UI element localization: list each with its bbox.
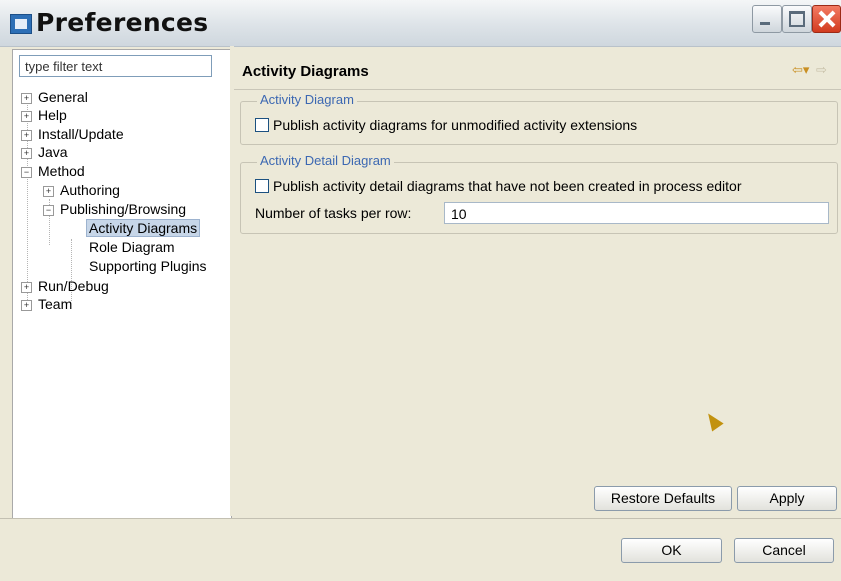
expand-icon[interactable]: + [21, 130, 32, 141]
collapse-icon[interactable]: − [21, 167, 32, 178]
app-icon [10, 14, 32, 34]
title-bar[interactable]: Preferences [0, 0, 841, 47]
expand-icon[interactable]: + [21, 93, 32, 104]
tree-item-activity-diagrams[interactable]: Activity Diagrams [86, 219, 201, 237]
filter-input[interactable]: type filter text [19, 55, 212, 77]
publish-activity-diagrams-option[interactable]: Publish activity diagrams for unmodified… [255, 116, 637, 134]
checkbox-label: Publish activity detail diagrams that ha… [273, 178, 742, 194]
forward-arrow-icon[interactable]: ⇨ [816, 63, 836, 79]
back-arrow-icon[interactable]: ⇦▾ [792, 63, 812, 79]
preference-page: Activity Diagrams ⇦▾ ⇨ Activity Diagram … [234, 49, 841, 517]
tree-item-run-debug[interactable]: + Run/Debug [21, 277, 109, 295]
tree-item-authoring[interactable]: + Authoring [43, 181, 120, 199]
tasks-per-row-input[interactable]: 10 [444, 202, 829, 224]
apply-button[interactable]: Apply [737, 486, 837, 511]
tree-item-install-update[interactable]: + Install/Update [21, 125, 124, 143]
cancel-button[interactable]: Cancel [734, 538, 834, 563]
tree-item-help[interactable]: + Help [21, 106, 67, 124]
minimize-button[interactable] [752, 5, 782, 33]
tasks-per-row-label: Number of tasks per row: [255, 205, 412, 221]
collapse-icon[interactable]: − [43, 205, 54, 216]
tree-item-method[interactable]: − Method [21, 162, 85, 180]
activity-diagram-group: Activity Diagram Publish activity diagra… [240, 92, 838, 145]
group-title: Activity Diagram [257, 92, 357, 107]
publish-detail-diagrams-option[interactable]: Publish activity detail diagrams that ha… [255, 177, 742, 195]
restore-defaults-button[interactable]: Restore Defaults [594, 486, 732, 511]
tree-item-role-diagram[interactable]: Role Diagram [89, 238, 175, 256]
expand-icon[interactable]: + [43, 186, 54, 197]
window-title: Preferences [36, 8, 209, 37]
tree-item-team[interactable]: + Team [21, 295, 72, 313]
ok-button[interactable]: OK [621, 538, 722, 563]
preference-tree-pane: type filter text + General + Help + Install… [12, 49, 232, 519]
maximize-button[interactable] [782, 5, 812, 33]
expand-icon[interactable]: + [21, 300, 32, 311]
preferences-dialog: Preferences type filter text + General + H… [0, 0, 841, 581]
title-divider [234, 89, 841, 90]
page-title: Activity Diagrams [242, 63, 369, 80]
tree-item-supporting-plugins[interactable]: Supporting Plugins [89, 257, 207, 275]
tree-item-publishing-browsing[interactable]: − Publishing/Browsing [43, 200, 186, 218]
checkbox-label: Publish activity diagrams for unmodified… [273, 117, 638, 133]
publish-detail-diagrams-checkbox[interactable] [255, 179, 269, 193]
close-button[interactable] [812, 5, 841, 33]
tree-item-general[interactable]: + General [21, 88, 88, 106]
tree-item-java[interactable]: + Java [21, 143, 68, 161]
expand-icon[interactable]: + [21, 148, 32, 159]
publish-activity-diagrams-checkbox[interactable] [255, 118, 269, 132]
group-title: Activity Detail Diagram [257, 153, 394, 168]
expand-icon[interactable]: + [21, 111, 32, 122]
expand-icon[interactable]: + [21, 282, 32, 293]
footer-divider [0, 518, 841, 519]
activity-detail-diagram-group: Activity Detail Diagram Publish activity… [240, 153, 838, 234]
